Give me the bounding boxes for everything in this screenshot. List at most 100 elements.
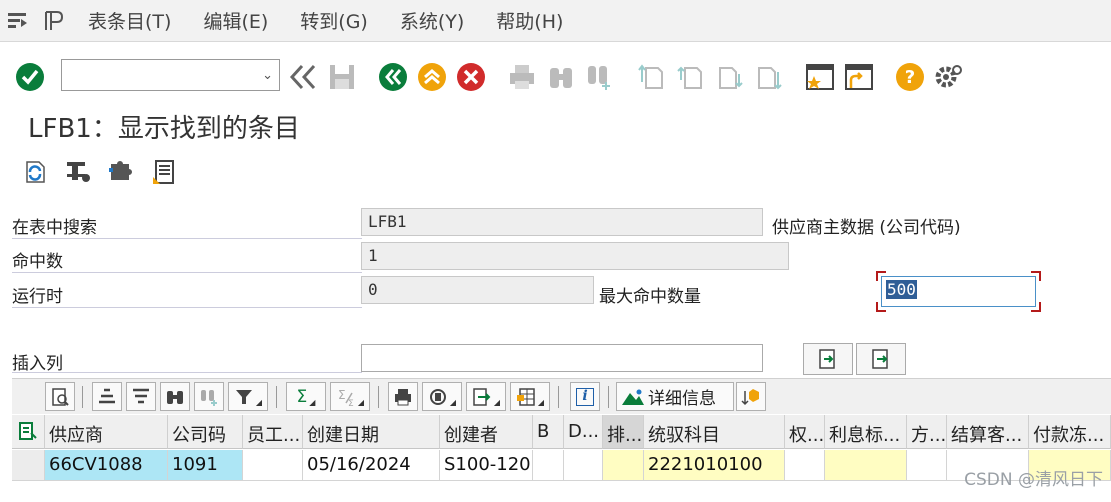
focus-corner — [876, 271, 886, 281]
chevron-down-icon: ◢ — [493, 398, 501, 407]
chevron-down-icon: ◢ — [537, 398, 545, 407]
chevron-down-icon: ◢ — [449, 398, 457, 407]
column-header[interactable]: 利息标... — [825, 415, 907, 449]
search-label: 在表中搜索 — [12, 218, 97, 238]
prev-page-icon[interactable] — [673, 60, 707, 94]
menu-icon[interactable] — [0, 0, 36, 42]
find-next-icon[interactable] — [194, 382, 224, 411]
filter-icon[interactable]: ◢ — [228, 382, 268, 411]
details-view-icon[interactable] — [45, 382, 75, 411]
table-cell[interactable]: S100-120 — [440, 450, 533, 481]
plugin-icon[interactable] — [105, 156, 137, 188]
table-cell[interactable] — [825, 450, 907, 481]
find-icon[interactable] — [160, 382, 190, 411]
detail-info-button[interactable]: 详细信息 — [616, 382, 734, 411]
column-header[interactable]: 创建者 — [440, 415, 533, 449]
sort-descending-icon[interactable] — [126, 382, 156, 411]
find-next-icon[interactable] — [583, 60, 617, 94]
layout-icon[interactable] — [36, 0, 72, 42]
table-cell[interactable] — [603, 450, 644, 481]
export-icon[interactable]: ◢ — [466, 382, 506, 411]
menu-item-help[interactable]: 帮助(H) — [480, 0, 579, 42]
row-selector[interactable] — [12, 450, 45, 481]
menu-item-system[interactable]: 系统(Y) — [384, 0, 480, 42]
column-header[interactable]: B — [533, 415, 564, 449]
first-page-icon[interactable] — [634, 60, 668, 94]
layout-icon[interactable]: ◢ — [510, 382, 550, 411]
column-header[interactable]: 公司码 — [168, 415, 243, 449]
hits-field: 1 — [361, 242, 789, 270]
settings-icon[interactable] — [931, 60, 965, 94]
check-icon[interactable] — [13, 60, 47, 94]
last-page-icon[interactable] — [751, 60, 785, 94]
alv-toolbar: ◢ Σ ◢ ΣΣ ◢ ◢ ◢ ◢ i 详细信息 — [12, 378, 1111, 414]
column-header[interactable]: 付款冻... — [1029, 415, 1111, 449]
info-button[interactable]: i — [570, 382, 600, 411]
shortcut-icon[interactable] — [842, 60, 876, 94]
print-icon[interactable] — [388, 382, 418, 411]
sum-icon: Σ — [296, 386, 308, 407]
sum-button[interactable]: Σ ◢ — [286, 382, 326, 411]
back-icon[interactable] — [376, 60, 410, 94]
table-cell[interactable]: 1091 — [168, 450, 243, 481]
page-title: LFB1：显示找到的条目 — [28, 114, 300, 144]
command-field[interactable]: ⌄ — [61, 59, 280, 91]
table-cell[interactable] — [533, 450, 564, 481]
next-page-icon[interactable] — [712, 60, 746, 94]
subtotal-button[interactable]: ΣΣ ◢ — [330, 382, 370, 411]
menu-item-table-entry[interactable]: 表条目(T) — [72, 0, 187, 42]
hits-label: 命中数 — [12, 252, 63, 272]
focus-corner — [876, 302, 886, 312]
cancel-icon[interactable] — [454, 60, 488, 94]
menu-item-edit[interactable]: 编辑(E) — [187, 0, 284, 42]
chevron-down-icon[interactable]: ⌄ — [262, 67, 273, 83]
separator — [82, 386, 83, 408]
insert-column-alt-button[interactable] — [856, 343, 906, 375]
sort-icon[interactable] — [736, 382, 766, 411]
column-header[interactable]: 供应商 — [45, 415, 168, 449]
divider — [12, 307, 362, 308]
table-cell[interactable] — [907, 450, 947, 481]
column-header[interactable]: 创建日期 — [303, 415, 440, 449]
table-cell[interactable] — [243, 450, 303, 481]
help-icon[interactable]: ? — [893, 60, 927, 94]
search-table-field: LFB1 — [361, 208, 763, 236]
table-cell[interactable]: 66CV1088 — [45, 450, 168, 481]
column-header[interactable]: 方... — [907, 415, 947, 449]
chevron-down-icon: ◢ — [309, 398, 316, 407]
svg-text:Σ: Σ — [348, 399, 354, 407]
new-session-icon[interactable] — [803, 60, 837, 94]
document-list-icon[interactable] — [148, 156, 180, 188]
table-description: 供应商主数据 (公司代码) — [772, 218, 961, 238]
exit-icon[interactable] — [415, 60, 449, 94]
insert-column-button[interactable] — [803, 343, 853, 375]
select-all-icon[interactable] — [12, 415, 45, 449]
print-icon[interactable] — [505, 60, 539, 94]
column-header[interactable]: 员工... — [243, 415, 303, 449]
menu-item-goto[interactable]: 转到(G) — [284, 0, 384, 42]
column-header[interactable]: D... — [564, 415, 603, 449]
focus-corner — [1031, 302, 1041, 312]
refresh-icon[interactable] — [19, 156, 51, 188]
separator — [276, 386, 277, 408]
runtime-label: 运行时 — [12, 287, 63, 307]
table-cell[interactable] — [785, 450, 825, 481]
selection-icon[interactable] — [62, 156, 94, 188]
table-cell[interactable] — [564, 450, 603, 481]
chevron-down-icon: ◢ — [255, 398, 263, 407]
chevron-down-icon: ◢ — [357, 398, 365, 407]
column-header[interactable]: 权... — [785, 415, 825, 449]
save-icon[interactable] — [325, 60, 359, 94]
table-cell[interactable]: 05/16/2024 — [303, 450, 440, 481]
view-icon[interactable]: ◢ — [422, 382, 462, 411]
table-cell[interactable]: 2221010100 — [644, 450, 785, 481]
find-icon[interactable] — [544, 60, 578, 94]
column-header[interactable]: 统驭科目 — [644, 415, 785, 449]
sort-ascending-icon[interactable] — [92, 382, 122, 411]
insert-column-input[interactable] — [361, 344, 763, 372]
column-header[interactable]: 排... — [603, 415, 644, 449]
runtime-field: 0 — [361, 276, 594, 304]
column-header[interactable]: 结算客... — [947, 415, 1029, 449]
collapse-left-icon[interactable] — [287, 60, 321, 94]
max-hits-input[interactable]: 500 — [881, 276, 1036, 307]
